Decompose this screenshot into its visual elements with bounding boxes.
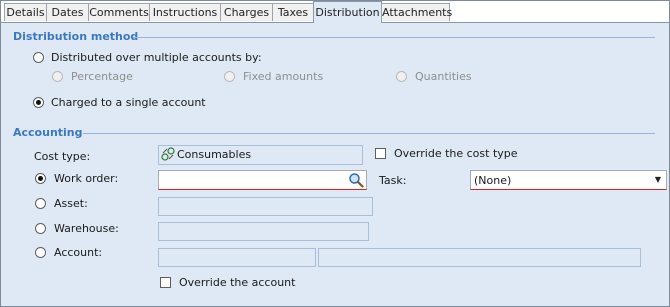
tab-dates[interactable]: Dates (46, 3, 89, 21)
asset-label: Asset: (54, 197, 88, 210)
warehouse-field (158, 222, 369, 241)
cost-type-value: Consumables (177, 148, 252, 161)
cost-type-label: Cost type: (34, 150, 91, 163)
percentage-radio[interactable] (52, 71, 63, 82)
tab-attachments[interactable]: Attachments (381, 3, 452, 21)
single-account-radio[interactable] (33, 97, 44, 108)
distributed-multiple-label: Distributed over multiple accounts by: (51, 51, 262, 64)
work-order-label: Work order: (54, 172, 119, 185)
override-cost-type-checkbox[interactable] (375, 148, 386, 159)
single-account-label: Charged to a single account (51, 96, 206, 109)
tab-strip: Details Dates Comments Instructions Char… (1, 1, 669, 23)
account-field-1 (158, 248, 316, 267)
distributed-multiple-radio[interactable] (33, 52, 44, 63)
warehouse-radio[interactable] (35, 223, 46, 234)
fixed-amounts-radio[interactable] (224, 71, 235, 82)
tab-comments[interactable]: Comments (88, 3, 150, 21)
tab-details[interactable]: Details (4, 3, 47, 21)
asset-radio[interactable] (35, 198, 46, 209)
fixed-amounts-label: Fixed amounts (243, 70, 324, 83)
asset-field (158, 197, 373, 216)
percentage-label: Percentage (71, 70, 133, 83)
section-divider (83, 133, 655, 134)
warehouse-label: Warehouse: (54, 222, 119, 235)
distribution-panel: Details Dates Comments Instructions Char… (0, 0, 670, 307)
task-label: Task: (379, 174, 407, 187)
override-account-label: Override the account (179, 276, 296, 289)
cost-type-icon (161, 147, 175, 161)
account-field-2 (318, 248, 641, 267)
accounting-title: Accounting (13, 126, 83, 139)
tab-instructions[interactable]: Instructions (149, 3, 221, 21)
work-order-radio[interactable] (35, 173, 46, 184)
account-label: Account: (54, 246, 103, 259)
tab-distribution[interactable]: Distribution (313, 1, 382, 23)
section-divider (133, 37, 655, 38)
override-account-checkbox[interactable] (160, 277, 171, 288)
quantities-label: Quantities (415, 70, 472, 83)
tab-taxes[interactable]: Taxes (272, 3, 314, 21)
distribution-method-title: Distribution method (13, 30, 139, 43)
override-cost-type-label: Override the cost type (394, 147, 518, 160)
task-value: (None) (474, 174, 512, 187)
task-select[interactable]: (None) ▼ (470, 170, 667, 190)
search-icon[interactable] (348, 172, 364, 188)
work-order-input[interactable] (158, 170, 367, 190)
tab-charges[interactable]: Charges (220, 3, 273, 21)
chevron-down-icon[interactable]: ▼ (651, 172, 665, 187)
quantities-radio[interactable] (396, 71, 407, 82)
account-radio[interactable] (35, 247, 46, 258)
cost-type-field: Consumables (158, 145, 363, 165)
